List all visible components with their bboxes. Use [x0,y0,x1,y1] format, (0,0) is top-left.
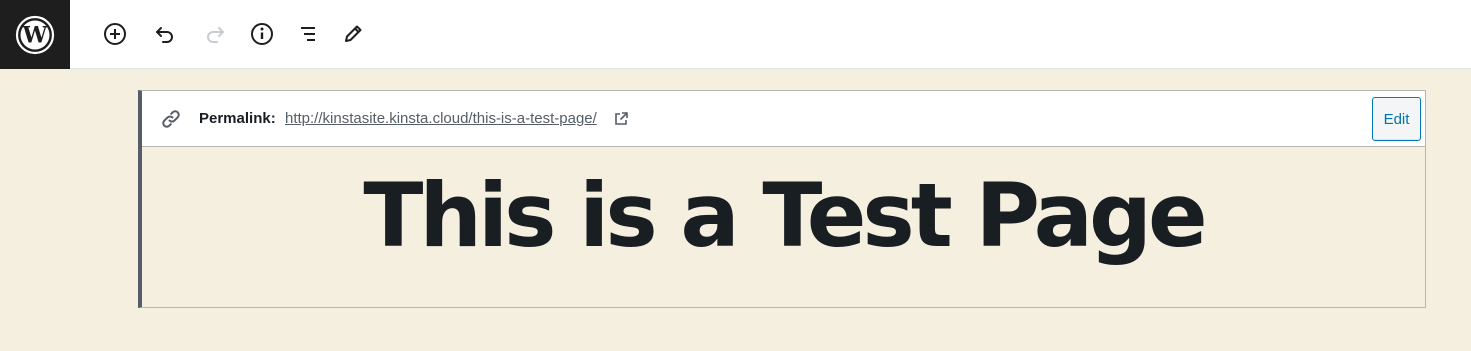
svg-text:W: W [22,22,48,48]
redo-icon [207,27,224,43]
permalink-bar: Permalink: http://kinstasite.kinsta.clou… [142,91,1425,147]
content-info-button[interactable] [245,17,279,51]
link-icon [162,110,180,128]
permalink-label: Permalink: [199,110,276,127]
wordpress-logo-icon: W [15,15,55,54]
pencil-icon [345,25,362,42]
post-title-block[interactable]: Permalink: http://kinstasite.kinsta.clou… [138,90,1426,308]
external-link-icon[interactable] [613,111,629,127]
add-block-button[interactable] [98,17,132,51]
block-navigation-button[interactable] [291,17,325,51]
redo-button[interactable] [198,17,232,51]
permalink-url-link[interactable]: http://kinstasite.kinsta.cloud/this-is-a… [285,110,597,128]
plus-circle-icon [104,23,126,45]
wordpress-logo-button[interactable]: W [0,0,70,69]
info-icon [251,23,273,45]
list-icon [301,27,315,41]
editor-header: W [0,0,1471,69]
edit-mode-button[interactable] [336,17,370,51]
undo-icon [156,27,173,43]
post-title[interactable]: This is a Test Page [142,161,1425,271]
undo-button[interactable] [148,17,182,51]
permalink-edit-button[interactable]: Edit [1372,97,1421,141]
